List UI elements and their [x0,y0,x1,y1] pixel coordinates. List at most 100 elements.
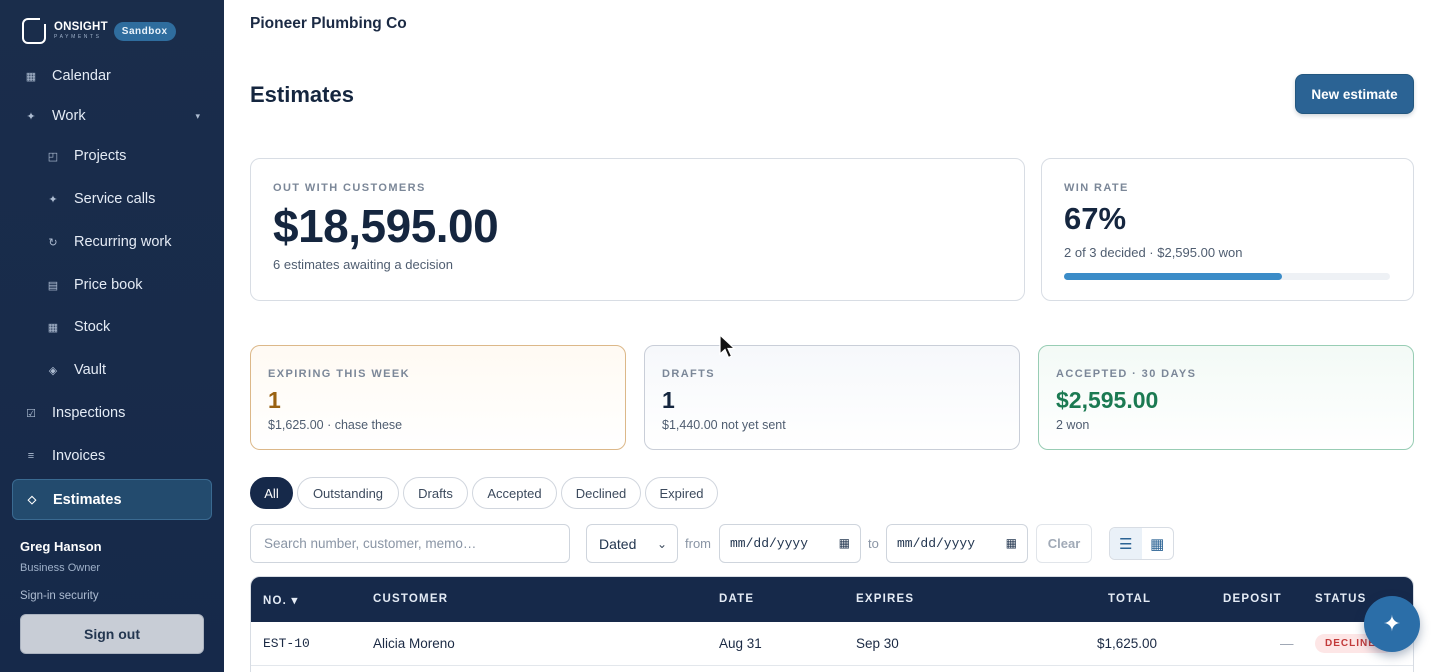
sparkle-icon: ✦ [1382,611,1402,636]
sidebar-item-label: Calendar [52,68,111,84]
sidebar-item-label: Inspections [52,405,126,421]
date-field-select[interactable]: Dated ⌄ [586,524,678,563]
tab-expired[interactable]: Expired [645,477,718,509]
expiring-sub: $1,625.00 · chase these [268,418,403,432]
company-name: Pioneer Plumbing Co [250,15,407,32]
sidebar-item-inspections[interactable]: ☑ Inspections [12,394,212,432]
out-sub: 6 estimates awaiting a decision [273,257,453,272]
sidebar-item-vault[interactable]: ◈ Vault [12,351,212,389]
list-view-icon[interactable]: ☰ [1110,528,1142,559]
accepted-card[interactable]: ACCEPTED · 30 DAYS $2,595.00 2 won [1038,345,1414,450]
date-from-input[interactable]: mm/dd/yyyy ▦ [719,524,861,563]
projects-icon: ◰ [47,150,59,163]
card-label: ACCEPTED · 30 DAYS [1056,368,1197,380]
card-label: DRAFTS [662,368,716,380]
page-title: Estimates [250,82,354,107]
sandbox-badge: Sandbox [113,21,176,41]
sidebar-item-label: Work [52,108,86,124]
row-deposit: — [1280,636,1294,651]
sidebar-item-label: Projects [74,148,127,164]
sidebar-item-stock[interactable]: ▦ Stock [12,308,212,346]
card-label: WIN RATE [1064,182,1129,194]
assistant-fab-button[interactable]: ✦ [1364,596,1420,652]
tab-drafts[interactable]: Drafts [403,477,468,509]
table-row[interactable]: EST-10 Alicia Moreno Aug 31 Sep 30 $1,62… [251,622,1413,666]
sidebar-item-price-book[interactable]: ▤ Price book [12,266,212,304]
row-customer: Alicia Moreno [373,636,455,651]
brand-name: ONSIGHT [54,20,108,33]
sidebar-item-service-calls[interactable]: ✦ Service calls [12,180,212,218]
sidebar-item-calendar[interactable]: ▦ Calendar [12,57,212,95]
tab-all[interactable]: All [250,477,293,509]
sidebar: ONSIGHT PAYMENTS Sandbox ▦ Calendar ✦ Wo… [0,0,224,672]
sidebar-item-label: Estimates [53,491,122,508]
chevron-down-icon: ▾ [195,110,200,121]
date-field-value: Dated [599,535,637,552]
column-expires[interactable]: EXPIRES [856,593,914,605]
date-from-placeholder: mm/dd/yyyy [730,536,809,551]
sparkle-icon: ✦ [48,193,58,206]
sidebar-item-label: Recurring work [74,234,172,250]
expiring-this-week-card[interactable]: EXPIRING THIS WEEK 1 $1,625.00 · chase t… [250,345,626,450]
sidebar-item-projects[interactable]: ◰ Projects [12,137,212,175]
recurring-icon: ↻ [48,236,58,249]
sparkle-icon: ✦ [26,110,36,123]
win-rate-value: 67% [1064,201,1127,236]
expiring-count: 1 [268,387,281,413]
sidebar-item-label: Vault [74,362,106,378]
date-to-input[interactable]: mm/dd/yyyy ▦ [886,524,1028,563]
mouse-cursor-icon [719,334,737,359]
accepted-sub: 2 won [1056,418,1090,432]
estimates-table: NO. ▾ CUSTOMER DATE EXPIRES TOTAL DEPOSI… [250,576,1414,672]
win-rate-sub: 2 of 3 decided · $2,595.00 won [1064,245,1243,260]
column-status[interactable]: STATUS [1315,593,1367,605]
column-customer[interactable]: CUSTOMER [373,593,448,605]
column-total[interactable]: TOTAL [1108,593,1151,605]
sidebar-item-label: Price book [74,277,143,293]
vault-icon: ◈ [48,364,58,377]
calendar-icon[interactable]: ▦ [1006,536,1017,551]
signin-security-link[interactable]: Sign-in security [20,590,99,602]
brand[interactable]: ONSIGHT PAYMENTS Sandbox [22,17,176,44]
table-header: NO. ▾ CUSTOMER DATE EXPIRES TOTAL DEPOSI… [251,577,1413,622]
tab-accepted[interactable]: Accepted [472,477,557,509]
sign-out-button[interactable]: Sign out [20,614,204,654]
card-label: OUT WITH CUSTOMERS [273,182,426,194]
brand-logo-icon [22,17,47,44]
brand-sub: PAYMENTS [54,34,102,41]
win-rate-progress-fill [1064,273,1283,280]
sidebar-item-label: Invoices [52,448,106,464]
from-label: from [685,536,711,551]
user-name: Greg Hanson [20,539,102,554]
card-label: EXPIRING THIS WEEK [268,368,410,380]
sidebar-item-estimates[interactable]: ◇ Estimates [12,479,212,520]
date-to-placeholder: mm/dd/yyyy [897,536,976,551]
sidebar-item-work[interactable]: ✦ Work ▾ [12,97,212,135]
calendar-icon[interactable]: ▦ [839,536,850,551]
sidebar-item-recurring-work[interactable]: ↻ Recurring work [12,223,212,261]
user-role: Business Owner [20,562,101,574]
sidebar-item-label: Service calls [74,191,156,207]
new-estimate-button[interactable]: New estimate [1295,74,1414,114]
tab-declined[interactable]: Declined [561,477,641,509]
win-rate-card: WIN RATE 67% 2 of 3 decided · $2,595.00 … [1041,158,1414,301]
column-date[interactable]: DATE [719,593,754,605]
clear-button[interactable]: Clear [1036,524,1092,563]
grid-view-icon[interactable]: ▦ [1142,528,1174,559]
tab-outstanding[interactable]: Outstanding [297,477,399,509]
out-with-customers-card: OUT WITH CUSTOMERS $18,595.00 6 estimate… [250,158,1025,301]
row-total: $1,625.00 [1097,636,1158,651]
chevron-down-icon: ⌄ [656,536,667,551]
win-rate-progress [1064,273,1390,280]
drafts-card[interactable]: DRAFTS 1 $1,440.00 not yet sent [644,345,1020,450]
to-label: to [868,536,879,551]
sidebar-item-invoices[interactable]: ≡ Invoices [12,437,212,475]
column-deposit[interactable]: DEPOSIT [1223,593,1282,605]
search-input[interactable] [250,524,570,563]
stock-icon: ▦ [47,321,59,334]
book-icon: ▤ [47,279,59,292]
column-no[interactable]: NO. ▾ [263,593,298,607]
accepted-amount: $2,595.00 [1056,387,1159,413]
row-date: Aug 31 [719,636,762,651]
drafts-count: 1 [662,387,675,413]
